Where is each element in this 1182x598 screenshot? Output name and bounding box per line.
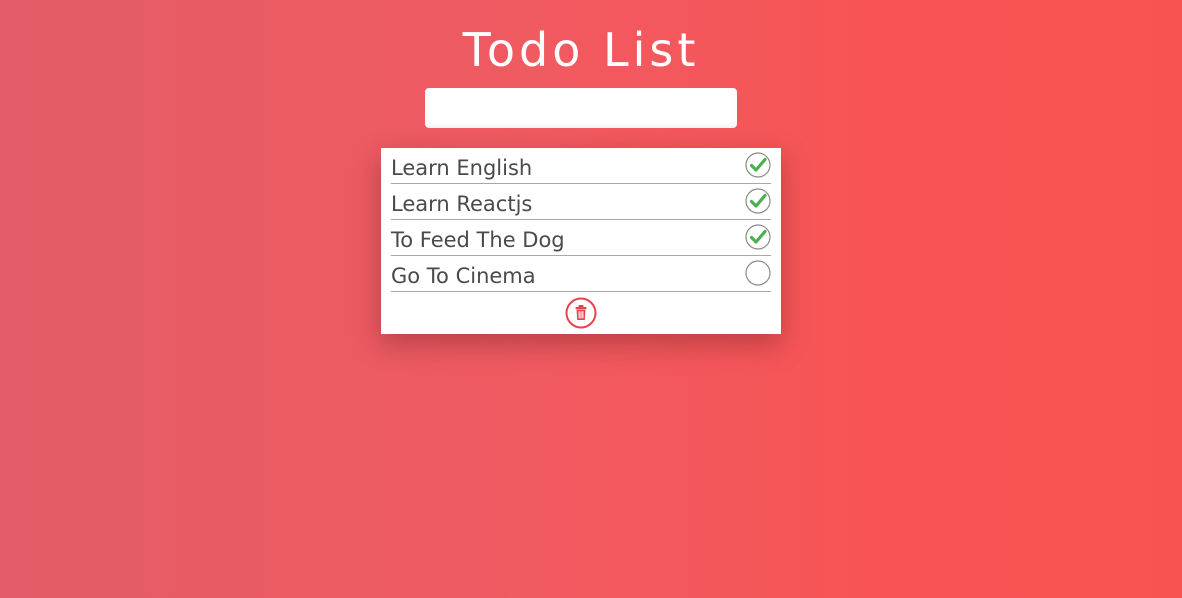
todo-card: Learn English Learn Reactjs To Feed The … (381, 148, 781, 334)
check-circle-icon[interactable] (745, 188, 771, 214)
todo-item[interactable]: Learn Reactjs (391, 184, 771, 220)
todo-item-label: Learn English (391, 156, 533, 180)
todo-item[interactable]: To Feed The Dog (391, 220, 771, 256)
todo-list: Learn English Learn Reactjs To Feed The … (391, 148, 771, 292)
todo-input[interactable] (425, 88, 737, 128)
page-title: Todo List (462, 23, 700, 77)
todo-item[interactable]: Go To Cinema (391, 256, 771, 292)
todo-item-label: Go To Cinema (391, 264, 536, 288)
empty-circle-icon[interactable] (745, 260, 771, 286)
todo-item-label: To Feed The Dog (391, 228, 565, 252)
trash-icon[interactable] (565, 297, 597, 329)
todo-item[interactable]: Learn English (391, 148, 771, 184)
check-circle-icon[interactable] (745, 152, 771, 178)
check-circle-icon[interactable] (745, 224, 771, 250)
todo-item-label: Learn Reactjs (391, 192, 533, 216)
todo-footer (381, 292, 781, 334)
